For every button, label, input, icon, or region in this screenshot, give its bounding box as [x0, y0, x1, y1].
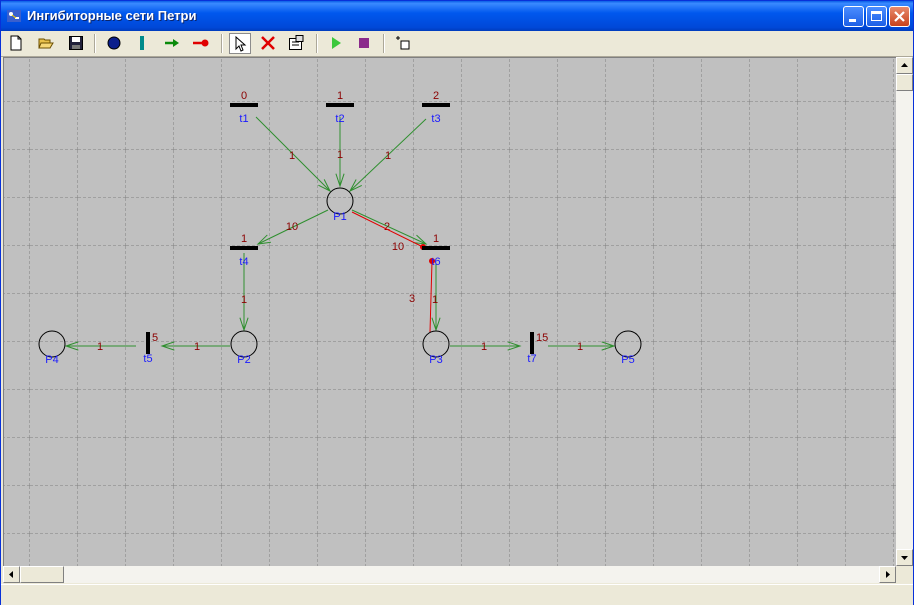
vertical-scrollbar[interactable]	[896, 57, 913, 566]
transition-label: t2	[335, 113, 344, 125]
maximize-icon	[871, 11, 882, 21]
place-label: P1	[333, 211, 346, 223]
properties-button[interactable]	[285, 33, 307, 54]
toolbar-separator	[316, 34, 318, 53]
transition-label: t4	[239, 256, 248, 268]
place-label: P4	[45, 354, 58, 366]
scroll-down-button[interactable]	[896, 549, 913, 566]
title-bar[interactable]: Ингибиторные сети Петри	[1, 1, 913, 31]
minimize-icon	[849, 19, 856, 22]
scroll-left-button[interactable]	[3, 566, 20, 583]
arrow-up-icon	[901, 63, 908, 67]
stop-icon	[359, 38, 369, 48]
maximize-button[interactable]	[866, 6, 887, 27]
arc-weight: 1	[577, 341, 583, 353]
grid-background	[4, 58, 896, 566]
transition-label: t7	[527, 353, 536, 365]
arc-weight: 1	[481, 341, 487, 353]
toolbar-separator	[383, 34, 385, 53]
arrow-down-icon	[901, 556, 908, 560]
minimize-button[interactable]	[843, 6, 864, 27]
transition-bar[interactable]	[422, 103, 450, 107]
save-button[interactable]	[65, 33, 87, 54]
app-icon	[7, 10, 21, 22]
close-icon	[894, 11, 905, 22]
play-icon	[332, 37, 341, 49]
arrow-left-icon	[9, 571, 13, 578]
toolbar-separator	[94, 34, 96, 53]
arc-weight: 2	[384, 221, 390, 233]
scroll-corner	[896, 566, 913, 583]
arc-tool-button[interactable]	[161, 33, 183, 54]
save-disk-icon	[69, 36, 83, 50]
toolbar	[1, 31, 913, 57]
step-icon	[396, 36, 410, 50]
arc-weight: 3	[409, 293, 415, 305]
transition-value: 2	[433, 90, 439, 102]
place-label: P2	[237, 354, 250, 366]
horizontal-scrollbar[interactable]	[3, 566, 896, 583]
arc-tool-icon	[165, 39, 179, 47]
inhibitor-arc-tool-button[interactable]	[189, 33, 211, 54]
transition-bar[interactable]	[230, 246, 258, 250]
place-tool-button[interactable]	[103, 33, 125, 54]
select-tool-button[interactable]	[229, 33, 251, 54]
select-pointer-icon	[235, 36, 247, 52]
scroll-up-button[interactable]	[896, 57, 913, 74]
open-file-button[interactable]	[35, 33, 57, 54]
vertical-scroll-thumb[interactable]	[896, 74, 913, 91]
place-label: P3	[429, 354, 442, 366]
arrow-right-icon	[886, 571, 890, 578]
petri-net-diagram[interactable]: 1 1 110 2101 1311 1 1 P1P2 P3P4 P50t11t22t31t41t…	[4, 58, 896, 566]
transition-value: 1	[337, 90, 343, 102]
arc-weight: 1	[97, 341, 103, 353]
arc-weight: 1	[194, 341, 200, 353]
scroll-right-button[interactable]	[879, 566, 896, 583]
transition-bar[interactable]	[530, 332, 534, 354]
status-bar	[1, 584, 913, 605]
delete-button[interactable]	[257, 33, 279, 54]
transition-value: 15	[536, 332, 548, 344]
transition-value: 1	[241, 233, 247, 245]
toolbar-separator	[221, 34, 223, 53]
stop-button[interactable]	[353, 33, 375, 54]
new-file-button[interactable]	[5, 33, 27, 54]
transition-label: t3	[431, 113, 440, 125]
transition-label: t1	[239, 113, 248, 125]
arc-weight: 1	[289, 150, 295, 162]
step-button[interactable]	[393, 33, 415, 54]
run-button[interactable]	[325, 33, 347, 54]
transition-value: 1	[433, 233, 439, 245]
place-tool-icon	[107, 36, 121, 50]
transition-label: t5	[143, 353, 152, 365]
transition-label: t6	[431, 256, 440, 268]
transition-bar[interactable]	[146, 332, 150, 354]
arc-weight: 1	[432, 294, 438, 306]
window-title: Ингибиторные сети Петри	[27, 8, 197, 23]
transition-value: 0	[241, 90, 247, 102]
app-window: Ингибиторные сети Петри 1 1 1 10 2 10 1 …	[0, 0, 914, 605]
transition-value: 5	[152, 332, 158, 344]
arc-weight: 10	[392, 241, 404, 253]
arc-weight: 10	[286, 221, 298, 233]
transition-tool-button[interactable]	[131, 33, 153, 54]
net-canvas[interactable]: 1 1 1 10 2 10 1 1 3 1 1 1 1 P1 P2 P3 P4 P5 0 t1 1 t2 2 t3 1 t4 1 t…	[3, 57, 896, 566]
new-file-icon	[10, 35, 22, 51]
transition-bar[interactable]	[230, 103, 258, 107]
delete-x-icon	[261, 36, 275, 50]
properties-icon	[289, 35, 304, 50]
place-label: P5	[621, 354, 634, 366]
arc-weight: 1	[241, 294, 247, 306]
horizontal-scroll-thumb[interactable]	[20, 566, 64, 583]
arc-weight: 1	[337, 149, 343, 161]
close-button[interactable]	[889, 6, 910, 27]
transition-bar[interactable]	[422, 246, 450, 250]
arc-weight: 1	[385, 150, 391, 162]
inhibitor-arc-tool-icon	[193, 39, 209, 47]
open-folder-icon	[38, 38, 54, 49]
transition-bar[interactable]	[326, 103, 354, 107]
transition-tool-icon	[140, 36, 144, 50]
